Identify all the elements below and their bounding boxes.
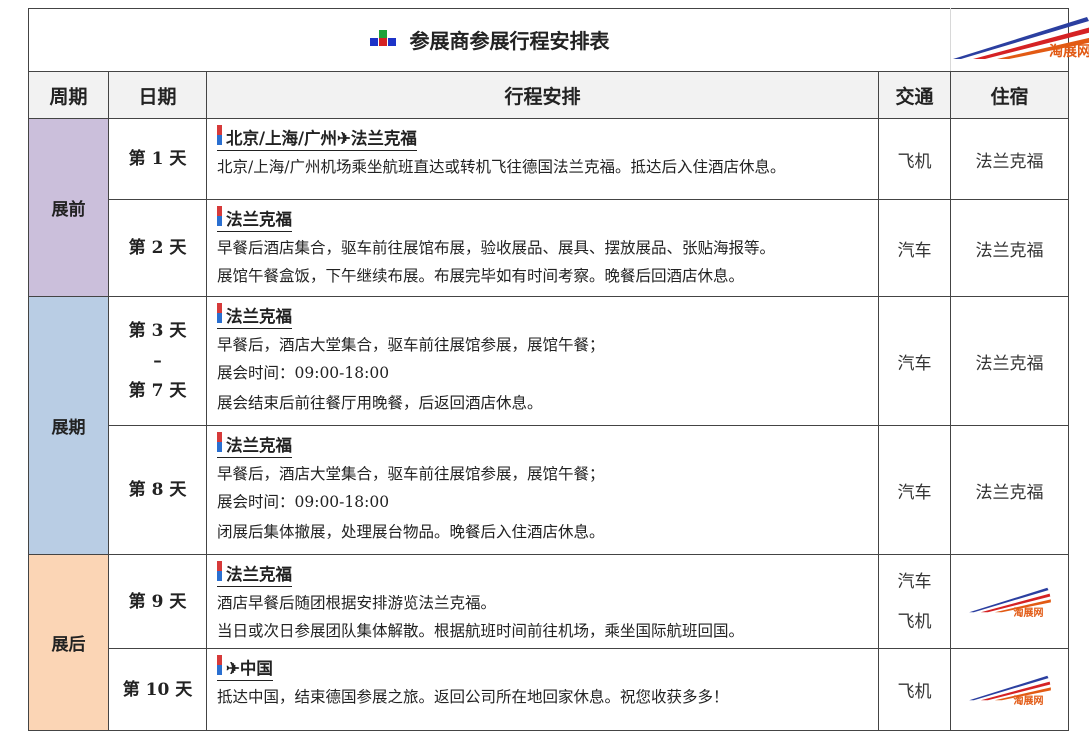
- transport-cell: 飞机: [878, 118, 951, 200]
- schedule-heading: 法兰克福: [226, 436, 292, 455]
- title-row: 参展商参展行程安排表 淘展网: [28, 8, 1089, 72]
- schedule-cell: ✈中国 抵达中国，结束德国参展之旅。返回公司所在地回家休息。祝您收获多多！: [206, 648, 879, 731]
- schedule-cell: 北京/上海/广州✈法兰克福 北京/上海/广州机场乘坐航班直达或转机飞往德国法兰克…: [206, 118, 879, 200]
- title-cell: 参展商参展行程安排表: [28, 8, 951, 72]
- logo-text: 淘展网: [1013, 695, 1044, 707]
- schedule-line: 展会时间：09:00-18:00: [217, 364, 390, 382]
- schedule-line: 闭展后集体撤展，处理展台物品。晚餐后入住酒店休息。: [217, 523, 605, 541]
- transport-label: 汽车: [897, 353, 932, 374]
- taozhanwang-logo-icon: 淘展网: [968, 583, 1052, 619]
- schedule-heading: 法兰克福: [226, 307, 292, 326]
- day-range-dash: –: [153, 351, 162, 371]
- col-header-date: 日期: [108, 71, 207, 119]
- period-cell-show: 展期: [28, 296, 109, 555]
- col-header-hotel: 住宿: [950, 71, 1069, 119]
- transport-cell: 飞机: [878, 648, 951, 731]
- taozhanwang-logo-icon: 淘展网: [951, 15, 1089, 61]
- col-header-schedule: 行程安排: [206, 71, 879, 119]
- itinerary-page: 参展商参展行程安排表 淘展网 周期 日期 行程安排 交通 住宿 展前 第 1 天: [28, 8, 1089, 732]
- red-blue-bar-icon: [217, 432, 222, 452]
- page-title: 参展商参展行程安排表: [409, 28, 610, 53]
- day-label: 第 1 天: [128, 149, 187, 169]
- day-cell: 第 9 天: [108, 554, 207, 649]
- day-cell: 第 3 天 – 第 7 天: [108, 296, 207, 426]
- col-header-period: 周期: [28, 71, 109, 119]
- hotel-cell: 淘展网: [950, 554, 1069, 649]
- schedule-heading: ✈中国: [226, 659, 273, 678]
- day-label: 第 8 天: [128, 480, 187, 500]
- hotel-cell: 法兰克福: [950, 118, 1069, 200]
- logo-text: 淘展网: [1049, 44, 1089, 60]
- transport-label: 汽车: [897, 482, 932, 503]
- red-blue-bar-icon: [217, 561, 222, 581]
- schedule-cell: 法兰克福 早餐后酒店集合，驱车前往展馆布展，验收展品、展具、摆放展品、张贴海报等…: [206, 199, 879, 297]
- itinerary-table: 参展商参展行程安排表 淘展网 周期 日期 行程安排 交通 住宿 展前 第 1 天: [28, 8, 1089, 731]
- transport-cell: 汽车 飞机: [878, 554, 951, 649]
- transport-label: 飞机: [897, 611, 932, 632]
- red-blue-bar-icon: [217, 303, 222, 323]
- schedule-heading: 法兰克福: [226, 210, 292, 229]
- table-row: 第 8 天 法兰克福 早餐后，酒店大堂集合，驱车前往展馆参展，展馆午餐； 展会时…: [29, 425, 1069, 555]
- hotel-cell: 法兰克福: [950, 199, 1069, 297]
- transport-label: 汽车: [897, 571, 932, 592]
- header-row: 周期 日期 行程安排 交通 住宿: [28, 71, 1069, 119]
- transport-label: 飞机: [897, 151, 932, 172]
- logo-text: 淘展网: [1013, 607, 1044, 619]
- hotel-cell: 法兰克福: [950, 425, 1069, 555]
- red-blue-bar-icon: [217, 125, 222, 145]
- period-cell-pre: 展前: [28, 118, 109, 297]
- table-row: 展后 第 9 天 法兰克福 酒店早餐后随团根据安排游览法兰克福。 当日或次日参展…: [28, 554, 1069, 731]
- table-row: 展期 第 3 天 – 第 7 天 法兰克福 早餐后，酒店大堂集合，驱车前往展馆参…: [28, 296, 1069, 555]
- period-cell-post: 展后: [28, 554, 109, 731]
- schedule-line: 早餐后酒店集合，驱车前往展馆布展，验收展品、展具、摆放展品、张贴海报等。: [217, 239, 776, 257]
- table-row: 展前 第 1 天 北京/上海/广州✈法兰克福 北京/上海/广州机场乘坐航班直达或…: [28, 118, 1069, 297]
- day-cell: 第 2 天: [108, 199, 207, 297]
- table-row: 第 10 天 ✈中国 抵达中国，结束德国参展之旅。返回公司所在地回家休息。祝您收…: [29, 648, 1069, 731]
- hotel-cell: 淘展网: [950, 648, 1069, 731]
- logo-cell: 淘展网: [950, 8, 1089, 72]
- red-blue-bar-icon: [217, 655, 222, 675]
- day-label: 第 10 天: [122, 679, 193, 700]
- schedule-cell: 法兰克福 酒店早餐后随团根据安排游览法兰克福。 当日或次日参展团队集体解散。根据…: [206, 554, 879, 649]
- schedule-line: 展馆午餐盒饭，下午继续布展。布展完毕如有时间考察。晚餐后回酒店休息。: [217, 267, 745, 285]
- schedule-cell: 法兰克福 早餐后，酒店大堂集合，驱车前往展馆参展，展馆午餐； 展会时间：09:0…: [206, 425, 879, 555]
- schedule-cell: 法兰克福 早餐后，酒店大堂集合，驱车前往展馆参展，展馆午餐； 展会时间：09:0…: [206, 296, 879, 426]
- day-label: 第 3 天: [128, 321, 187, 341]
- schedule-line: 展会时间：09:00-18:00: [217, 493, 390, 511]
- schedule-line: 抵达中国，结束德国参展之旅。返回公司所在地回家休息。祝您收获多多！: [217, 688, 729, 706]
- schedule-line: 北京/上海/广州机场乘坐航班直达或转机飞往德国法兰克福。抵达后入住酒店休息。: [217, 158, 786, 176]
- schedule-heading: 北京/上海/广州✈法兰克福: [226, 129, 417, 148]
- day-cell: 第 1 天: [108, 118, 207, 200]
- day-label: 第 2 天: [128, 238, 187, 258]
- day-cell: 第 10 天: [108, 648, 207, 731]
- transport-cell: 汽车: [878, 296, 951, 426]
- transport-label: 飞机: [897, 682, 932, 702]
- schedule-line: 早餐后，酒店大堂集合，驱车前往展馆参展，展馆午餐；: [217, 336, 605, 354]
- schedule-line: 展会结束后前往餐厅用晚餐，后返回酒店休息。: [217, 394, 543, 412]
- schedule-line: 当日或次日参展团队集体解散。根据航班时间前往机场，乘坐国际航班回国。: [217, 622, 745, 640]
- transport-cell: 汽车: [878, 199, 951, 297]
- table-row: 第 2 天 法兰克福 早餐后酒店集合，驱车前往展馆布展，验收展品、展具、摆放展品…: [29, 199, 1069, 297]
- four-color-squares-icon: [369, 28, 396, 50]
- schedule-line: 酒店早餐后随团根据安排游览法兰克福。: [217, 594, 497, 612]
- hotel-cell: 法兰克福: [950, 296, 1069, 426]
- day-label: 第 7 天: [128, 381, 187, 401]
- taozhanwang-logo-icon: 淘展网: [968, 671, 1052, 707]
- day-cell: 第 8 天: [108, 425, 207, 555]
- red-blue-bar-icon: [217, 206, 222, 226]
- schedule-heading: 法兰克福: [226, 565, 292, 584]
- transport-label: 汽车: [897, 240, 932, 261]
- col-header-transport: 交通: [878, 71, 951, 119]
- day-label: 第 9 天: [128, 591, 187, 612]
- schedule-line: 早餐后，酒店大堂集合，驱车前往展馆参展，展馆午餐；: [217, 465, 605, 483]
- transport-cell: 汽车: [878, 425, 951, 555]
